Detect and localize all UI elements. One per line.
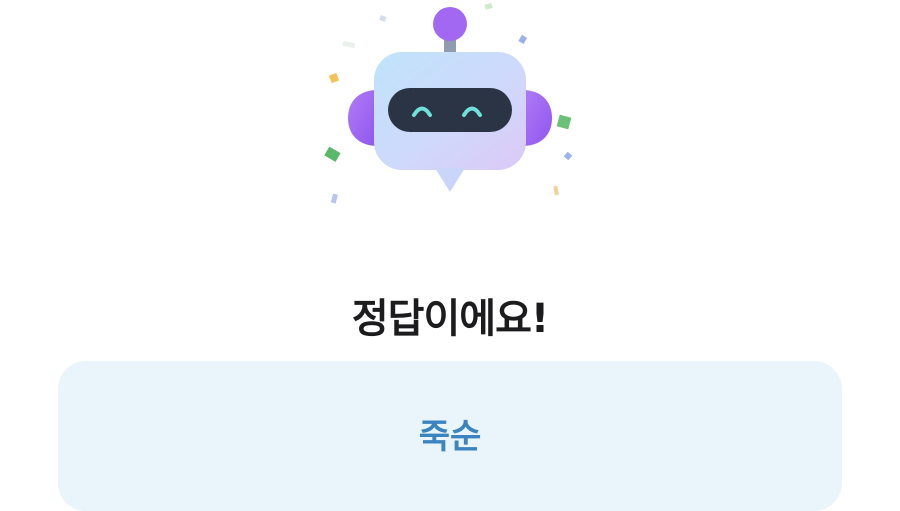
- robot-mascot-icon: [324, 3, 573, 204]
- robot-mascot: [310, 0, 590, 230]
- answer-label: 죽순: [418, 417, 482, 457]
- result-title: 정답이에요!: [351, 296, 549, 342]
- answer-card[interactable]: 죽순: [58, 361, 842, 511]
